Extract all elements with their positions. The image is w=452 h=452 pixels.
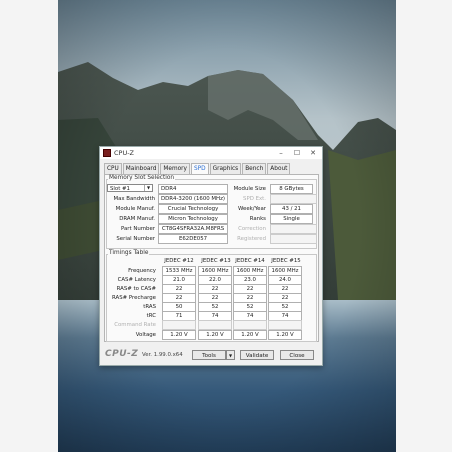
timings-row-label: tRAS (143, 304, 156, 310)
ranks-field: Single (270, 214, 313, 224)
week-year-field: 43 / 21 (270, 204, 313, 214)
timings-row-label: Command Rate (114, 322, 156, 328)
chevron-down-icon[interactable]: ▼ (144, 185, 152, 191)
timings-cell (233, 320, 267, 330)
timings-cell: 1.20 V (162, 330, 196, 340)
correction-field (270, 224, 317, 234)
tab-bar: CPU Mainboard Memory SPD Graphics Bench … (104, 163, 291, 175)
tab-bench[interactable]: Bench (242, 163, 267, 174)
serial-number-label: Serial Number (116, 236, 155, 242)
cpuz-brand-logo: CPU-Z (105, 349, 139, 359)
timings-row-label: RAS# to CAS# (116, 286, 156, 292)
timings-col-header: JEDEC #15 (271, 258, 301, 264)
module-size-field: 8 GBytes (270, 184, 313, 194)
slot-select-value: Slot #1 (110, 186, 130, 192)
timings-row-label: tRC (146, 313, 156, 319)
version-text: Ver. 1.99.0.x64 (142, 352, 183, 358)
timings-row-label: RAS# Precharge (112, 295, 156, 301)
part-number-field: CT8G4SFRA32A.M8FRS (158, 224, 228, 234)
cpuz-window: CPU-Z – ☐ ✕ CPU Mainboard Memory SPD Gra… (99, 146, 323, 366)
correction-label: Correction (238, 226, 266, 232)
spd-ext-label: SPD Ext. (243, 196, 266, 202)
memory-type-field: DDR4 (158, 184, 228, 194)
dram-manuf-field: Micron Technology (158, 214, 228, 224)
validate-button[interactable]: Validate (240, 350, 274, 360)
registered-field (270, 234, 317, 244)
tools-button[interactable]: Tools (192, 350, 226, 360)
tab-about[interactable]: About (267, 163, 291, 174)
timings-col-header: JEDEC #13 (201, 258, 231, 264)
slot-section-title: Memory Slot Selection (108, 175, 176, 181)
timings-col-header: JEDEC #12 (164, 258, 194, 264)
timings-title: Timings Table (108, 250, 150, 256)
part-number-label: Part Number (120, 226, 155, 232)
window-title: CPU-Z (114, 149, 135, 157)
tab-memory[interactable]: Memory (160, 163, 190, 174)
cpuz-app-icon (103, 149, 111, 157)
timings-col-header: JEDEC #14 (235, 258, 265, 264)
tab-graphics[interactable]: Graphics (209, 163, 242, 174)
tools-dropdown-icon[interactable]: ▼ (226, 350, 235, 360)
timings-cell: 1.20 V (268, 330, 302, 340)
slot-select[interactable]: Slot #1 ▼ (107, 184, 153, 192)
minimize-icon[interactable]: – (274, 148, 288, 158)
footer-bar: CPU-Z Ver. 1.99.0.x64 Tools ▼ Validate C… (100, 347, 322, 363)
serial-number-field: E62DE057 (158, 234, 228, 244)
module-manuf-label: Module Manuf. (115, 206, 155, 212)
timings-row-label: Voltage (135, 332, 156, 338)
timings-row-label: CAS# Latency (117, 277, 156, 283)
close-icon[interactable]: ✕ (306, 148, 320, 158)
timings-cell: 1.20 V (198, 330, 232, 340)
timings-cell: 1.20 V (233, 330, 267, 340)
title-bar[interactable]: CPU-Z – ☐ ✕ (100, 147, 322, 159)
timings-cell (198, 320, 232, 330)
spd-ext-field (270, 194, 317, 204)
close-button[interactable]: Close (280, 350, 314, 360)
registered-label: Registered (237, 236, 266, 242)
max-bandwidth-label: Max Bandwidth (113, 196, 155, 202)
ranks-label: Ranks (249, 216, 266, 222)
max-bandwidth-field: DDR4-3200 (1600 MHz) (158, 194, 228, 204)
module-manuf-field: Crucial Technology (158, 204, 228, 214)
timings-cell (268, 320, 302, 330)
timings-row-label: Frequency (128, 268, 156, 274)
dram-manuf-label: DRAM Manuf. (119, 216, 155, 222)
tab-mainboard[interactable]: Mainboard (122, 163, 160, 174)
maximize-icon[interactable]: ☐ (290, 148, 304, 158)
timings-cell (162, 320, 196, 330)
week-year-label: Week/Year (238, 206, 266, 212)
tab-cpu[interactable]: CPU (104, 163, 122, 174)
module-size-label: Module Size (233, 186, 266, 192)
